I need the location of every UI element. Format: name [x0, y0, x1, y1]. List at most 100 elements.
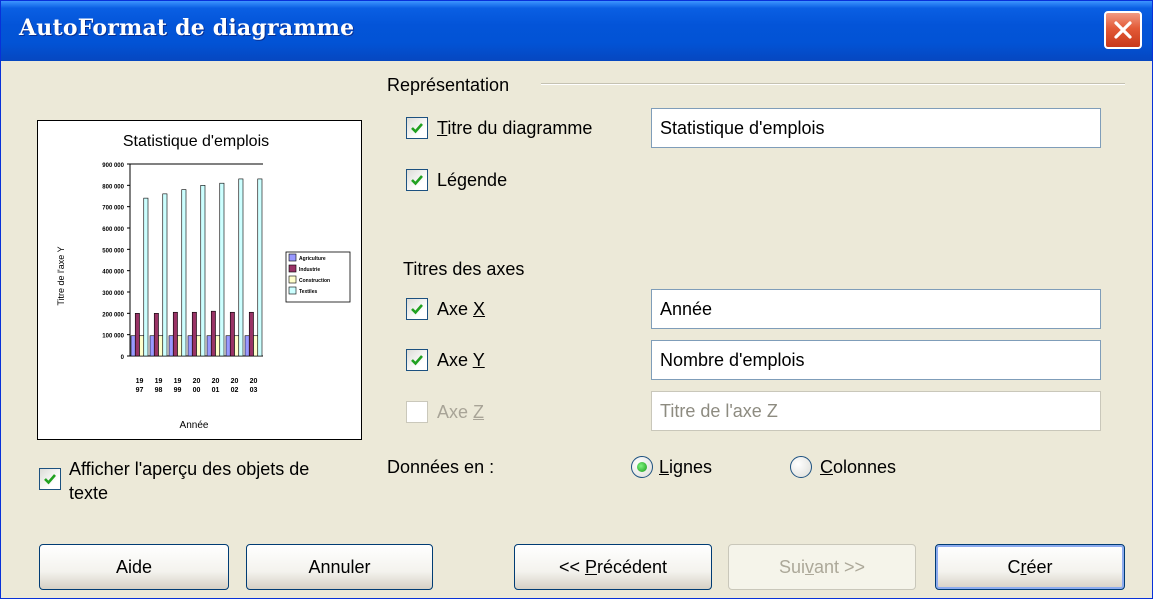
- bar-construction: [234, 335, 240, 357]
- show-text-objects-checkbox[interactable]: [39, 468, 61, 490]
- checkmark-icon: [411, 355, 423, 366]
- checkmark-icon: [411, 123, 423, 134]
- chart-x-axis-label: Année: [180, 420, 209, 431]
- columns-radio-label: Colonnes: [820, 457, 897, 477]
- chart-y-axis-label: Titre de l'axe Y: [56, 246, 66, 305]
- legend-label: Légende: [437, 170, 508, 190]
- x-tick-label: 98: [155, 387, 163, 394]
- x-tick-label: 01: [212, 387, 220, 394]
- bar-textiles: [219, 182, 225, 357]
- chart-title-input[interactable]: Statistique d'emplois: [651, 108, 1101, 148]
- bar-textiles: [181, 189, 187, 357]
- x-tick-label: 19: [136, 378, 144, 385]
- axis-x-checkbox[interactable]: [406, 298, 428, 320]
- legend-swatch-agriculture: [288, 253, 297, 262]
- y-tick-label: 700 000: [102, 206, 124, 212]
- chart-preview: Statistique d'emplois Titre de l'axe Y A…: [37, 120, 362, 440]
- legend-swatch-construction: [288, 275, 297, 284]
- bar-industrie: [210, 310, 216, 357]
- bar-construction: [158, 335, 164, 357]
- axis-y-label: Axe Y: [437, 350, 485, 370]
- bar-agriculture: [130, 335, 136, 357]
- legend-label: Construction: [299, 278, 330, 284]
- bar-construction: [253, 335, 259, 357]
- y-tick-label: 500 000: [102, 248, 124, 254]
- bar-construction: [177, 335, 183, 357]
- columns-radio[interactable]: [790, 456, 812, 478]
- bar-agriculture: [225, 335, 231, 357]
- rows-radio[interactable]: [631, 456, 653, 478]
- bar-industrie: [172, 311, 178, 357]
- legend-label: Industrie: [299, 267, 320, 273]
- y-tick-label: 400 000: [102, 270, 124, 276]
- rows-radio-label: Lignes: [659, 457, 713, 477]
- x-tick-label: 99: [174, 387, 182, 394]
- y-tick-label: 900 000: [102, 163, 124, 169]
- axis-z-checkbox[interactable]: [406, 401, 428, 423]
- data-in-label: Données en :: [387, 457, 495, 477]
- x-tick-label: 19: [155, 378, 163, 385]
- chart-preview-svg: Statistique d'emplois Titre de l'axe Y A…: [56, 133, 351, 431]
- bar-agriculture: [206, 335, 212, 357]
- y-tick-label: 200 000: [102, 312, 124, 318]
- close-button[interactable]: [1104, 11, 1142, 49]
- bar-construction: [196, 335, 202, 357]
- show-text-objects-label: Afficher l'aperçu des objets de texte: [69, 459, 310, 503]
- axis-z-title-input[interactable]: Titre de l'axe Z: [651, 391, 1101, 431]
- bar-agriculture: [187, 335, 193, 357]
- axes-titles-label: Titres des axes: [403, 259, 525, 279]
- chart-title-checkbox[interactable]: [406, 117, 428, 139]
- axis-y-checkbox[interactable]: [406, 349, 428, 371]
- x-tick-label: 20: [231, 378, 239, 385]
- dialog-window: AutoFormat de diagramme Statistique d'em…: [0, 0, 1153, 599]
- next-button[interactable]: Suivant >>: [728, 544, 916, 590]
- legend-swatch-industrie: [288, 264, 297, 273]
- x-tick-label: 20: [212, 378, 220, 385]
- bar-construction: [215, 335, 221, 357]
- legend-label: Textiles: [299, 289, 317, 295]
- legend-label: Agriculture: [299, 256, 326, 262]
- representation-group-label: Représentation: [387, 75, 510, 95]
- x-tick-label: 19: [174, 378, 182, 385]
- bar-textiles: [257, 178, 263, 357]
- x-tick-label: 02: [231, 387, 239, 394]
- y-tick-label: 600 000: [102, 227, 124, 233]
- x-tick-label: 03: [250, 387, 258, 394]
- x-tick-label: 00: [193, 387, 201, 394]
- bar-textiles: [238, 178, 244, 357]
- y-tick-label: 800 000: [102, 184, 124, 190]
- legend-swatch-textiles: [288, 286, 297, 295]
- cancel-button[interactable]: Annuler: [246, 544, 433, 590]
- x-tick-label: 20: [250, 378, 258, 385]
- bar-industrie: [153, 313, 159, 357]
- axis-y-title-input[interactable]: Nombre d'emplois: [651, 340, 1101, 380]
- bar-textiles: [200, 185, 206, 357]
- bar-industrie: [229, 311, 235, 357]
- help-button[interactable]: Aide: [39, 544, 229, 590]
- legend-checkbox[interactable]: [406, 169, 428, 191]
- axis-z-label: Axe Z: [437, 402, 485, 422]
- axis-x-label: Axe X: [437, 299, 486, 319]
- axis-x-title-input[interactable]: Année: [651, 289, 1101, 329]
- y-tick-label: 300 000: [102, 291, 124, 297]
- bar-industrie: [191, 311, 197, 357]
- x-tick-label: 20: [193, 378, 201, 385]
- bar-agriculture: [244, 335, 250, 357]
- bar-construction: [139, 335, 145, 357]
- bar-textiles: [143, 197, 149, 357]
- checkmark-icon: [44, 474, 56, 485]
- close-icon: [1114, 21, 1132, 39]
- previous-button[interactable]: << Précédent: [514, 544, 712, 590]
- bar-industrie: [134, 313, 140, 357]
- bar-industrie: [248, 311, 254, 357]
- create-button[interactable]: Créer: [935, 544, 1125, 590]
- chart-title: Statistique d'emplois: [123, 133, 269, 150]
- y-tick-label: 100 000: [102, 334, 124, 340]
- dialog-title: AutoFormat de diagramme: [19, 15, 355, 41]
- bar-textiles: [162, 193, 168, 357]
- title-bar[interactable]: AutoFormat de diagramme: [1, 1, 1152, 61]
- y-tick-label: 0: [121, 355, 125, 361]
- chart-title-label: Titre du diagramme: [437, 118, 593, 138]
- bar-agriculture: [168, 335, 174, 357]
- x-tick-label: 97: [136, 387, 144, 394]
